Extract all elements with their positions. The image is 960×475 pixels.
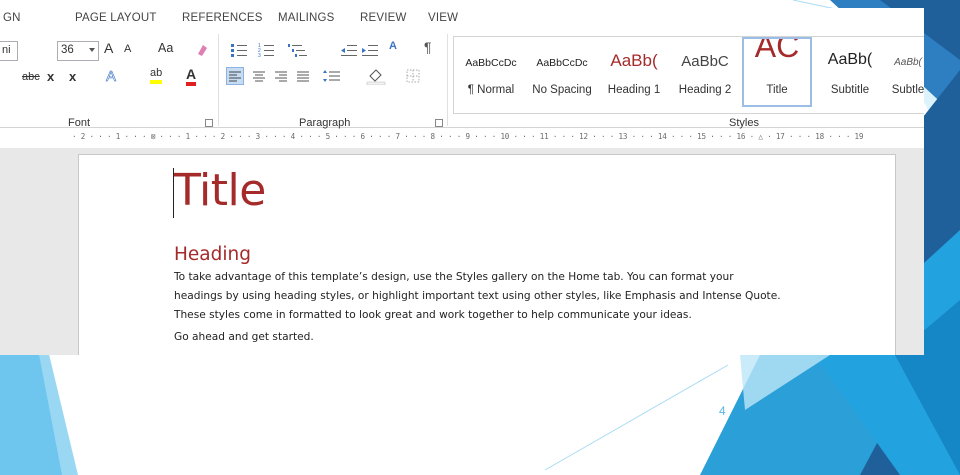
document-body[interactable]: To take advantage of this template’s des… [174, 268, 781, 325]
document-area: Title Heading To take advantage of this … [0, 148, 924, 355]
line-spacing-icon[interactable] [322, 68, 342, 84]
style-heading-2[interactable]: AaBbC Heading 2 [670, 37, 740, 107]
style-heading-1[interactable]: AaBb( Heading 1 [598, 37, 670, 107]
tab-review[interactable]: REVIEW [360, 12, 407, 24]
text-effects-icon[interactable]: A [106, 68, 117, 86]
font-size-box[interactable]: 36 [57, 41, 99, 61]
bullets-icon[interactable] [230, 42, 252, 58]
highlight-icon[interactable]: ab [150, 67, 163, 84]
style-subtitle[interactable]: AaBb( Subtitle [814, 37, 886, 107]
change-case-icon[interactable]: Aa [158, 41, 173, 55]
justify-icon[interactable] [295, 68, 311, 84]
borders-icon[interactable] [405, 68, 423, 84]
paragraph-group-label: Paragraph [299, 117, 351, 129]
document-closing[interactable]: Go ahead and get started. [174, 331, 314, 343]
superscript-icon[interactable]: x [69, 69, 76, 84]
font-dialog-launcher-icon[interactable] [205, 119, 213, 127]
shading-icon[interactable] [366, 67, 386, 85]
subscript-icon[interactable]: x [47, 69, 54, 84]
body-line: These styles come in formatted to look g… [174, 309, 692, 321]
styles-group-label: Styles [729, 117, 759, 129]
ruler-scale: · 2 · · · 1 · · · ⊠ · · · 1 · · · 2 · · … [72, 132, 864, 141]
multilevel-list-icon[interactable] [287, 42, 311, 58]
style-title[interactable]: AC Title [742, 37, 812, 107]
tab-design[interactable]: GN [3, 12, 21, 24]
tab-mailings[interactable]: MAILINGS [278, 12, 335, 24]
style-normal[interactable]: AaBbCcDc ¶ Normal [456, 37, 526, 107]
style-subtle[interactable]: AaBb( Subtle [886, 37, 924, 107]
sort-icon[interactable]: A [389, 40, 397, 52]
strikethrough-icon[interactable]: abc [22, 71, 40, 83]
shrink-font-icon[interactable]: A [124, 43, 131, 55]
ribbon-tabs: GN PAGE LAYOUT REFERENCES MAILINGS REVIE… [0, 8, 924, 30]
horizontal-ruler[interactable]: · 2 · · · 1 · · · ⊠ · · · 1 · · · 2 · · … [72, 132, 902, 146]
styles-gallery: AaBbCcDc ¶ Normal AaBbCcDc No Spacing Aa… [453, 36, 924, 114]
show-marks-icon[interactable]: ¶ [424, 39, 432, 55]
slide-number: 4 [719, 404, 726, 418]
style-no-spacing[interactable]: AaBbCcDc No Spacing [526, 37, 598, 107]
align-right-icon[interactable] [273, 68, 289, 84]
clear-formatting-icon[interactable] [195, 42, 209, 58]
font-group-label: Font [68, 117, 91, 129]
ribbon: ni 36 A A Aa 123 A ¶ abc x x A ab A Font… [0, 30, 924, 129]
font-color-icon[interactable]: A [186, 67, 197, 86]
paragraph-dialog-launcher-icon[interactable] [435, 119, 443, 127]
tab-view[interactable]: VIEW [428, 12, 458, 24]
tab-page-layout[interactable]: PAGE LAYOUT [75, 12, 157, 24]
align-left-icon[interactable] [226, 67, 244, 85]
body-line: To take advantage of this template’s des… [174, 271, 734, 283]
document-heading[interactable]: Heading [174, 244, 251, 265]
numbering-icon[interactable]: 123 [258, 42, 280, 58]
chevron-down-icon [89, 48, 95, 52]
increase-indent-icon[interactable] [361, 42, 379, 58]
document-page[interactable]: Title Heading To take advantage of this … [78, 154, 896, 355]
svg-text:3: 3 [258, 53, 261, 58]
word-window: GN PAGE LAYOUT REFERENCES MAILINGS REVIE… [0, 8, 924, 355]
tab-references[interactable]: REFERENCES [182, 12, 263, 24]
decrease-indent-icon[interactable] [340, 42, 358, 58]
center-icon[interactable] [251, 68, 267, 84]
body-line: headings by using heading styles, or hig… [174, 290, 781, 302]
font-name-box[interactable]: ni [0, 41, 18, 61]
grow-font-icon[interactable]: A [104, 40, 113, 56]
document-title[interactable]: Title [174, 165, 266, 216]
